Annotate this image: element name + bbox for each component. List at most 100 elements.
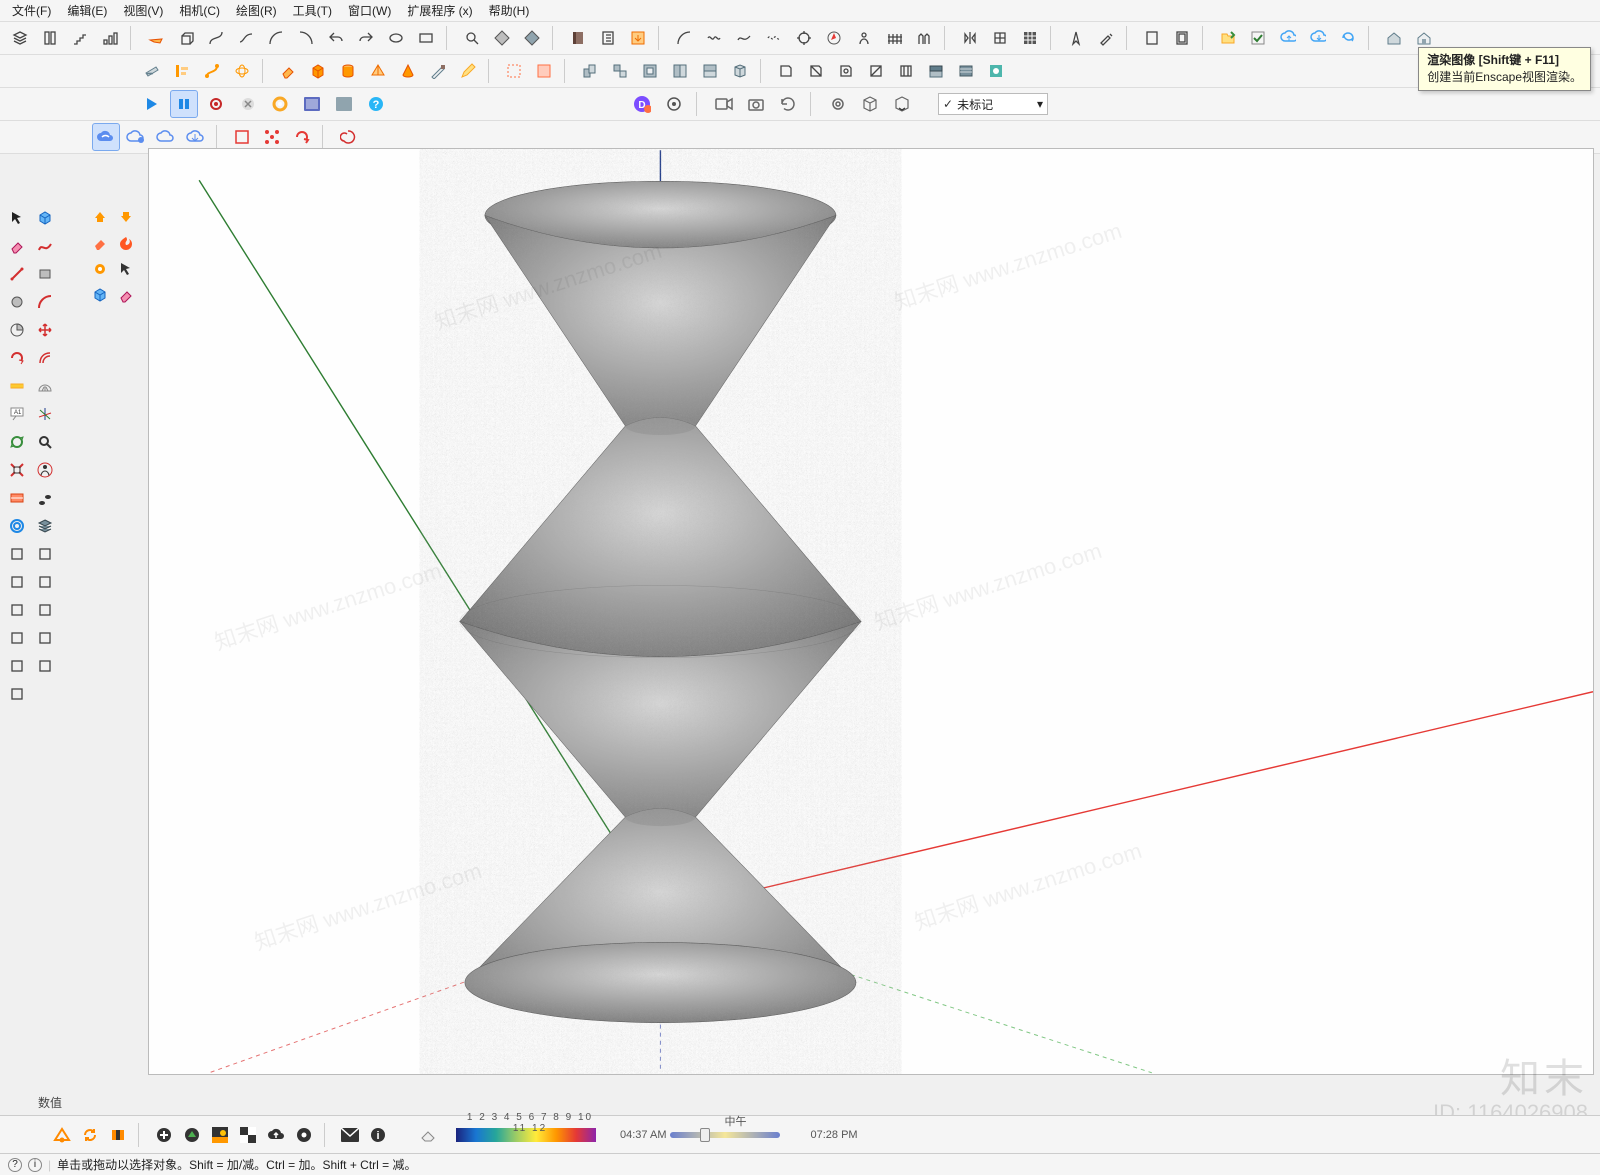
pause-button[interactable]: [170, 90, 198, 118]
nodes-icon[interactable]: [258, 123, 286, 151]
cube-icon[interactable]: [856, 90, 884, 118]
viewport-3d[interactable]: 知末网 www.znzmo.com 知末网 www.znzmo.com 知末网 …: [148, 148, 1594, 1075]
sb-down-icon[interactable]: [114, 205, 138, 229]
add-icon[interactable]: [152, 1123, 176, 1147]
stop-button[interactable]: [234, 90, 262, 118]
column-icon[interactable]: [36, 24, 64, 52]
pan-tool-icon[interactable]: [4, 597, 30, 623]
movie-icon[interactable]: [298, 90, 326, 118]
arc-tool2-icon[interactable]: [32, 289, 58, 315]
tree-icon[interactable]: [180, 1123, 204, 1147]
video-cam-icon[interactable]: [710, 90, 738, 118]
align-l-icon[interactable]: [168, 57, 196, 85]
cloud-upload-icon[interactable]: [264, 1123, 288, 1147]
look-around-icon[interactable]: [32, 625, 58, 651]
help-icon[interactable]: ?: [362, 90, 390, 118]
eraser-pink-icon[interactable]: [4, 233, 30, 259]
enscape-logo-icon[interactable]: [50, 1123, 74, 1147]
sheet-icon[interactable]: [772, 57, 800, 85]
pencil2-icon[interactable]: [454, 57, 482, 85]
sheet3-icon[interactable]: [862, 57, 890, 85]
offset-tool-icon[interactable]: [32, 345, 58, 371]
enscape-d-icon[interactable]: D: [628, 90, 656, 118]
folder-out-icon[interactable]: [1214, 24, 1242, 52]
settings-gear-icon[interactable]: [266, 90, 294, 118]
rectangle-tool-icon[interactable]: [32, 261, 58, 287]
house-icon[interactable]: [1380, 24, 1408, 52]
sb-arrow-icon[interactable]: [114, 257, 138, 281]
sb-erase-icon[interactable]: [114, 283, 138, 307]
status-info-icon-2[interactable]: i: [28, 1158, 42, 1172]
refresh2-icon[interactable]: [1334, 24, 1362, 52]
paint-bucket-icon[interactable]: [4, 541, 30, 567]
wave2-icon[interactable]: [730, 24, 758, 52]
sel-fill-icon[interactable]: [530, 57, 558, 85]
refresh-icon[interactable]: [774, 90, 802, 118]
loop-icon[interactable]: [382, 24, 410, 52]
protractor-icon[interactable]: [32, 373, 58, 399]
boxes4-icon[interactable]: [666, 57, 694, 85]
diamond2-icon[interactable]: [518, 24, 546, 52]
cloud-up-icon[interactable]: [1274, 24, 1302, 52]
sb-paint-icon[interactable]: [88, 231, 112, 255]
gear-solid-icon[interactable]: [292, 1123, 316, 1147]
component-icon[interactable]: [32, 205, 58, 231]
layers-icon[interactable]: [6, 24, 34, 52]
fence2-icon[interactable]: [910, 24, 938, 52]
spiral-icon[interactable]: [334, 123, 362, 151]
knife-icon[interactable]: [424, 57, 452, 85]
menu-file[interactable]: 文件(F): [6, 0, 57, 21]
bbox-icon[interactable]: [228, 123, 256, 151]
dimension-icon[interactable]: [32, 569, 58, 595]
grid-icon[interactable]: [986, 24, 1014, 52]
grid2-icon[interactable]: [1016, 24, 1044, 52]
cube-down-icon[interactable]: [888, 90, 916, 118]
menu-camera[interactable]: 相机(C): [173, 0, 226, 21]
rotate-arrow-icon[interactable]: [288, 123, 316, 151]
play-button[interactable]: [138, 90, 166, 118]
bars-icon[interactable]: [96, 24, 124, 52]
sb-gear-icon[interactable]: [88, 257, 112, 281]
position-icon[interactable]: [32, 457, 58, 483]
scale-tool-icon[interactable]: [4, 569, 30, 595]
book-icon[interactable]: [564, 24, 592, 52]
redo-icon[interactable]: [352, 24, 380, 52]
boxes3-icon[interactable]: [636, 57, 664, 85]
dashwave-icon[interactable]: [760, 24, 788, 52]
text-tool-icon[interactable]: A1: [4, 401, 30, 427]
live-icon[interactable]: [106, 1123, 130, 1147]
undo-icon[interactable]: [322, 24, 350, 52]
curve2-icon[interactable]: [232, 24, 260, 52]
boxes1-icon[interactable]: [576, 57, 604, 85]
time-slider[interactable]: [670, 1132, 780, 1138]
cone-icon[interactable]: [394, 57, 422, 85]
mail-icon[interactable]: [338, 1123, 362, 1147]
sheet-r-icon[interactable]: [802, 57, 830, 85]
doc-icon[interactable]: [1138, 24, 1166, 52]
record-button[interactable]: [202, 90, 230, 118]
slider-thumb[interactable]: [700, 1128, 710, 1142]
stack3-icon[interactable]: [32, 513, 58, 539]
select-arrow-icon[interactable]: [4, 205, 30, 231]
info-icon[interactable]: i: [366, 1123, 390, 1147]
spiral2-icon[interactable]: [4, 513, 30, 539]
pie-tool-icon[interactable]: [4, 317, 30, 343]
boxes6-icon[interactable]: [726, 57, 754, 85]
cloud-left-icon[interactable]: [182, 123, 210, 151]
curve1-icon[interactable]: [202, 24, 230, 52]
status-info-icon[interactable]: ?: [8, 1158, 22, 1172]
menu-draw[interactable]: 绘图(R): [230, 0, 283, 21]
search-tool-icon[interactable]: [458, 24, 486, 52]
export-icon[interactable]: [624, 24, 652, 52]
circle-tool-icon[interactable]: [4, 289, 30, 315]
cyl-icon[interactable]: [334, 57, 362, 85]
sheet4-icon[interactable]: [892, 57, 920, 85]
sync-icon[interactable]: [78, 1123, 102, 1147]
saw-icon[interactable]: [138, 57, 166, 85]
menu-view[interactable]: 视图(V): [117, 0, 169, 21]
zoom-window-icon[interactable]: [32, 597, 58, 623]
tags-dropdown[interactable]: ✓未标记 ▾: [938, 93, 1048, 115]
orbit-icon[interactable]: [228, 57, 256, 85]
stairs-icon[interactable]: [66, 24, 94, 52]
plane-icon[interactable]: [142, 24, 170, 52]
